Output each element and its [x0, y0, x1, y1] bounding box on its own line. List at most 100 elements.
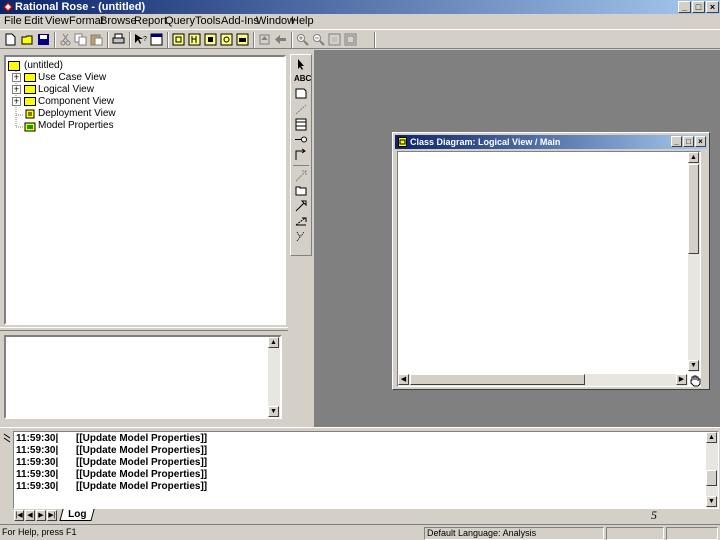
- maximize-button[interactable]: □: [692, 1, 705, 13]
- scroll-down-button[interactable]: ▼: [688, 360, 699, 371]
- tab-prev-button[interactable]: ◀: [25, 510, 35, 521]
- scroll-left-button[interactable]: ◀: [398, 374, 409, 385]
- log-scroll-thumb[interactable]: [706, 470, 717, 486]
- tree-item-label: Use Case View: [38, 72, 107, 83]
- interface-tool-icon[interactable]: [294, 133, 308, 146]
- browse-state-diagram-icon[interactable]: [220, 33, 233, 46]
- class-diagram-window[interactable]: Class Diagram: Logical View / Main _ □ ×…: [392, 132, 710, 390]
- realize-tool-icon[interactable]: [294, 214, 308, 227]
- browse-interaction-diagram-icon[interactable]: [188, 33, 201, 46]
- folder-icon: [24, 97, 36, 106]
- save-icon[interactable]: [37, 33, 50, 46]
- log-line: 11:59:30| [[Update Model Properties]]: [16, 457, 207, 469]
- diagram-maximize-button[interactable]: □: [683, 136, 694, 147]
- log-line: 11:59:30| [[Update Model Properties]]: [16, 433, 207, 445]
- menu-browse[interactable]: Browse: [100, 15, 137, 27]
- log-splitter[interactable]: [0, 427, 720, 430]
- documentation-scrollbar[interactable]: ▲ ▼: [268, 337, 280, 417]
- undo-fit-in-window-icon[interactable]: [344, 33, 357, 46]
- menu-view[interactable]: View: [45, 15, 69, 27]
- zoom-out-icon[interactable]: [312, 33, 325, 46]
- zoom-in-icon[interactable]: [296, 33, 309, 46]
- tab-next-button[interactable]: ▶: [36, 510, 46, 521]
- tab-first-button[interactable]: |◀: [14, 510, 24, 521]
- menu-edit[interactable]: Edit: [24, 15, 43, 27]
- status-language: Default Language: Analysis: [424, 527, 604, 540]
- diagram-minimize-button[interactable]: _: [671, 136, 682, 147]
- dependency-tool-icon[interactable]: [294, 169, 308, 182]
- menu-format[interactable]: Format: [69, 15, 104, 27]
- log-line: 11:59:30| [[Update Model Properties]]: [16, 469, 207, 481]
- open-folder-icon[interactable]: [21, 33, 34, 46]
- toolbar-separator: [167, 32, 169, 48]
- log-time: 11:59:30|: [16, 457, 59, 468]
- copy-icon[interactable]: [74, 33, 87, 46]
- log-line: 11:59:30| [[Update Model Properties]]: [16, 481, 207, 493]
- browse-parent-icon[interactable]: [258, 33, 271, 46]
- horizontal-scroll-thumb[interactable]: [410, 374, 585, 385]
- log-scrollbar[interactable]: ▲ ▼: [706, 432, 718, 508]
- generalization-tool-icon[interactable]: [294, 199, 308, 212]
- menu-window[interactable]: Window: [256, 15, 295, 27]
- deployment-view-icon: [25, 109, 35, 119]
- note-tool-icon[interactable]: [294, 87, 308, 100]
- documentation-pane[interactable]: ▲ ▼: [4, 335, 282, 419]
- menu-report[interactable]: Report: [134, 15, 167, 27]
- minimize-button[interactable]: _: [678, 1, 691, 13]
- menu-tools[interactable]: Tools: [195, 15, 221, 27]
- new-file-icon[interactable]: [4, 33, 17, 46]
- diagram-horizontal-scrollbar[interactable]: ◀ ▶: [398, 374, 688, 386]
- tab-log[interactable]: Log: [59, 509, 95, 521]
- diagram-vertical-scrollbar[interactable]: ▲ ▼: [688, 152, 700, 372]
- page-number: 5: [651, 508, 657, 522]
- context-help-icon[interactable]: ?: [134, 33, 147, 46]
- paste-icon[interactable]: [90, 33, 103, 46]
- browse-deployment-diagram-icon[interactable]: [236, 33, 249, 46]
- log-window[interactable]: 11:59:30| [[Update Model Properties]] 11:…: [13, 431, 719, 509]
- folder-icon: [24, 73, 36, 82]
- scroll-down-button[interactable]: ▼: [268, 406, 279, 417]
- association-class-tool-icon[interactable]: [294, 229, 308, 242]
- text-tool-icon[interactable]: ABC: [294, 72, 311, 85]
- menu-query[interactable]: Query: [165, 15, 195, 27]
- print-icon[interactable]: [112, 33, 125, 46]
- unidirectional-association-tool-icon[interactable]: [294, 148, 308, 161]
- selection-tool-icon[interactable]: [294, 58, 308, 71]
- browse-previous-icon[interactable]: [274, 33, 287, 46]
- scroll-up-button[interactable]: ▲: [706, 432, 717, 443]
- horizontal-splitter[interactable]: [0, 327, 288, 331]
- scroll-down-button[interactable]: ▼: [706, 496, 717, 507]
- scroll-up-button[interactable]: ▲: [268, 337, 279, 348]
- diagram-title-bar[interactable]: Class Diagram: Logical View / Main _ □ ×: [395, 135, 707, 149]
- log-message: [[Update Model Properties]]: [76, 469, 208, 480]
- status-help-text: For Help, press F1: [2, 527, 77, 537]
- tree-connector-lines: [15, 71, 24, 128]
- close-button[interactable]: ×: [706, 1, 719, 13]
- anchor-note-tool-icon[interactable]: [294, 103, 308, 116]
- diagram-close-button[interactable]: ×: [695, 136, 706, 147]
- browse-component-diagram-icon[interactable]: [204, 33, 217, 46]
- tab-last-button[interactable]: ▶|: [47, 510, 57, 521]
- menu-help[interactable]: Help: [291, 15, 314, 27]
- diagram-canvas[interactable]: ▲ ▼ ◀ ▶: [397, 151, 701, 387]
- menu-add-ins[interactable]: Add-Ins: [221, 15, 259, 27]
- toolbar-separator: [54, 32, 56, 48]
- log-time: 11:59:30|: [16, 469, 59, 480]
- scroll-up-button[interactable]: ▲: [688, 152, 699, 163]
- vertical-scroll-thumb[interactable]: [688, 164, 699, 254]
- standard-toolbar: ?: [0, 29, 720, 49]
- menu-file[interactable]: File: [4, 15, 22, 27]
- scroll-right-button[interactable]: ▶: [676, 374, 687, 385]
- tab-log-label: Log: [68, 509, 87, 520]
- menu-bar: File Edit View Format Browse Report Quer…: [0, 14, 720, 28]
- log-tab-bar: |◀ ◀ ▶ ▶| Log 5: [13, 508, 719, 523]
- fit-in-window-icon[interactable]: [328, 33, 341, 46]
- model-root-icon: [8, 61, 20, 71]
- browse-class-diagram-icon[interactable]: [172, 33, 185, 46]
- package-tool-icon[interactable]: [294, 184, 308, 197]
- view-documentation-icon[interactable]: [150, 33, 163, 46]
- cut-icon[interactable]: [59, 33, 72, 46]
- class-tool-icon[interactable]: [294, 118, 308, 131]
- toolbar-separator: [129, 32, 131, 48]
- class-diagram-icon: [398, 137, 407, 147]
